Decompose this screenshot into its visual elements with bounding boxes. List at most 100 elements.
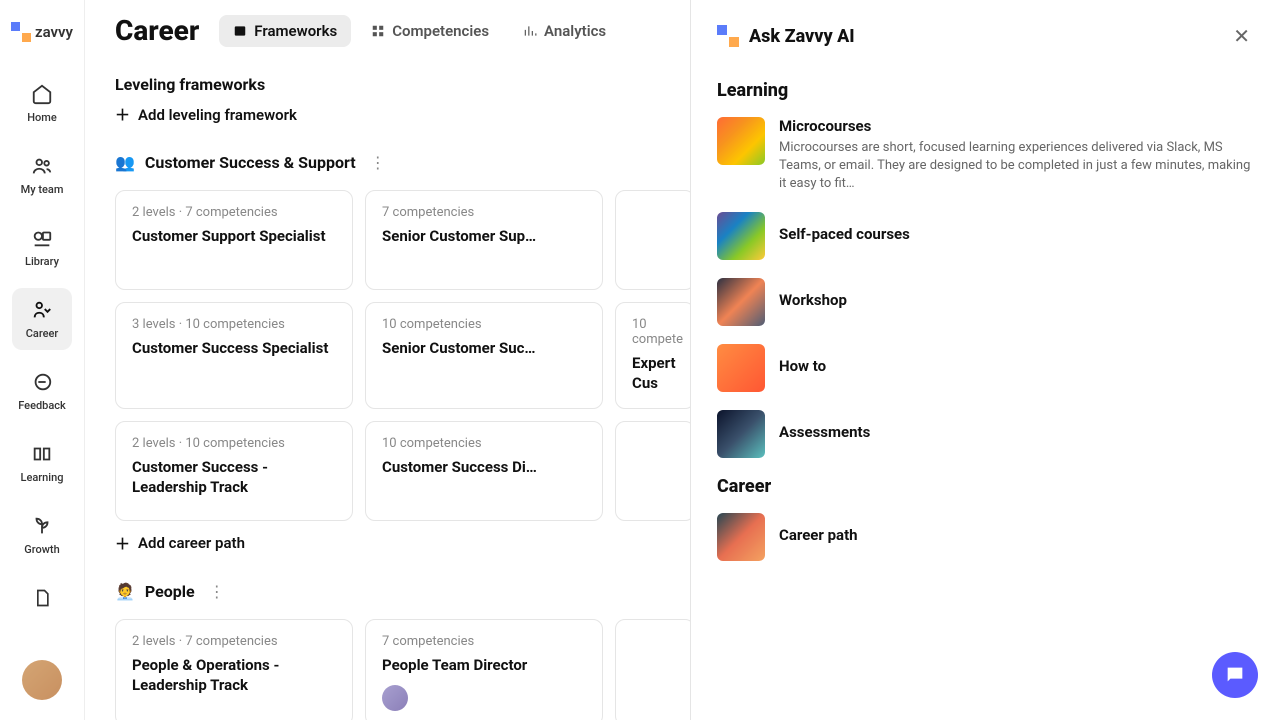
learning-icon — [30, 442, 54, 466]
team-icon — [30, 154, 54, 178]
ai-panel: Ask Zavvy AI ✕ Learning Microcourses Mic… — [690, 0, 1280, 720]
sidebar: zavvy Home My team Library Career Feedba… — [0, 0, 85, 720]
plus-icon: ＋ — [115, 104, 130, 125]
path-card[interactable]: 10 competenciesSenior Customer Suc… — [365, 302, 603, 409]
ai-suggestion-item[interactable]: Assessments — [717, 410, 1254, 458]
nav-label: Library — [25, 255, 59, 268]
ai-title: Ask Zavvy AI — [749, 26, 1219, 47]
ai-item-thumbnail — [717, 410, 765, 458]
ai-suggestion-item[interactable]: Microcourses Microcourses are short, foc… — [717, 117, 1254, 194]
nav-label: My team — [21, 183, 64, 196]
ai-item-body: Career path — [779, 513, 1254, 561]
ai-logo-icon — [717, 25, 739, 47]
library-icon — [30, 226, 54, 250]
ai-item-title: Self-paced courses — [779, 225, 1254, 243]
nav-home[interactable]: Home — [12, 72, 72, 134]
path-card[interactable]: 3 levels · 10 competenciesCustomer Succe… — [115, 302, 353, 409]
card-title: Senior Customer Sup… — [382, 226, 586, 246]
brand-logo[interactable]: zavvy — [11, 22, 73, 42]
path-card[interactable]: 7 competencies People Team Director — [365, 619, 603, 720]
card-meta: 3 levels · 10 competencies — [132, 317, 336, 332]
more-icon[interactable]: ⋮ — [205, 578, 229, 605]
nav-label: Learning — [21, 471, 64, 484]
ai-section-title: Career — [717, 476, 1254, 497]
tab-frameworks[interactable]: Frameworks — [219, 15, 351, 47]
ai-suggestion-item[interactable]: How to — [717, 344, 1254, 392]
ai-item-body: How to — [779, 344, 1254, 392]
tab-analytics[interactable]: Analytics — [509, 15, 620, 47]
user-avatar[interactable] — [22, 660, 62, 700]
card-title: Customer Support Specialist — [132, 226, 336, 246]
ai-item-thumbnail — [717, 278, 765, 326]
ai-item-thumbnail — [717, 117, 765, 165]
nav-label: Growth — [24, 543, 59, 556]
path-card[interactable]: 2 levels · 10 competenciesCustomer Succe… — [115, 421, 353, 521]
ai-suggestion-item[interactable]: Workshop — [717, 278, 1254, 326]
ai-item-title: Assessments — [779, 423, 1254, 441]
tab-label: Frameworks — [254, 22, 337, 40]
card-meta: 10 competencies — [382, 436, 586, 451]
card-meta: 10 compete — [632, 317, 678, 347]
card-title: Expert Cus — [632, 353, 678, 394]
card-meta: 7 competencies — [382, 634, 586, 649]
card-title: People & Operations - Leadership Track — [132, 655, 336, 696]
ai-suggestion-item[interactable]: Career path — [717, 513, 1254, 561]
ai-item-desc: Microcourses are short, focused learning… — [779, 139, 1254, 194]
nav-myteam[interactable]: My team — [12, 144, 72, 206]
card-meta: 2 levels · 10 competencies — [132, 436, 336, 451]
group-title: Customer Success & Support — [145, 153, 356, 172]
path-card[interactable]: 7 competencies Senior Customer Sup… — [365, 190, 603, 290]
ai-item-title: Microcourses — [779, 117, 1254, 135]
brand-name: zavvy — [35, 23, 73, 41]
tab-competencies[interactable]: Competencies — [357, 15, 503, 47]
close-button[interactable]: ✕ — [1229, 20, 1254, 52]
nav-label: Career — [26, 327, 59, 340]
nav-career[interactable]: Career — [12, 288, 72, 350]
frameworks-icon — [233, 24, 247, 38]
card-meta: 7 competencies — [382, 205, 586, 220]
add-framework-label: Add leveling framework — [138, 106, 297, 124]
path-card[interactable]: 2 levels · 7 competencies People & Operat… — [115, 619, 353, 720]
document-icon — [30, 586, 54, 610]
group-emoji-icon: 🧑‍💼 — [115, 582, 135, 601]
ai-item-thumbnail — [717, 513, 765, 561]
add-path-label: Add career path — [138, 534, 245, 552]
card-meta: 10 competencies — [382, 317, 586, 332]
career-icon — [30, 298, 54, 322]
ai-item-title: Career path — [779, 526, 1254, 544]
page-title: Career — [115, 14, 199, 47]
feedback-icon — [30, 370, 54, 394]
plus-icon: ＋ — [115, 533, 130, 554]
ai-item-thumbnail — [717, 212, 765, 260]
path-card[interactable] — [615, 421, 695, 521]
tab-label: Competencies — [392, 22, 489, 40]
ai-item-body: Microcourses Microcourses are short, foc… — [779, 117, 1254, 194]
ai-section-title: Learning — [717, 80, 1254, 101]
ai-item-body: Self-paced courses — [779, 212, 1254, 260]
path-card[interactable]: 10 competencies Customer Success Di… — [365, 421, 603, 521]
path-card[interactable] — [615, 619, 695, 720]
group-emoji-icon: 👥 — [115, 153, 135, 172]
ai-suggestion-item[interactable]: Self-paced courses — [717, 212, 1254, 260]
growth-icon — [30, 514, 54, 538]
nav-more[interactable] — [12, 576, 72, 620]
home-icon — [30, 82, 54, 106]
path-card[interactable]: 10 compete Expert Cus — [615, 302, 695, 409]
path-card[interactable] — [615, 190, 695, 290]
card-title: People Team Director — [382, 655, 586, 675]
card-meta: 2 levels · 7 competencies — [132, 205, 336, 220]
chat-widget-button[interactable] — [1212, 652, 1258, 698]
nav-library[interactable]: Library — [12, 216, 72, 278]
logo-mark-icon — [11, 22, 31, 42]
group-title: People — [145, 582, 195, 601]
ai-item-thumbnail — [717, 344, 765, 392]
nav-label: Home — [27, 111, 57, 124]
nav-learning[interactable]: Learning — [12, 432, 72, 494]
nav-label: Feedback — [18, 399, 66, 412]
card-meta: 2 levels · 7 competencies — [132, 634, 336, 649]
more-icon[interactable]: ⋮ — [366, 149, 390, 176]
nav-growth[interactable]: Growth — [12, 504, 72, 566]
nav-feedback[interactable]: Feedback — [12, 360, 72, 422]
path-card[interactable]: 2 levels · 7 competencies Customer Suppor… — [115, 190, 353, 290]
card-title: Customer Success Di… — [382, 457, 586, 477]
